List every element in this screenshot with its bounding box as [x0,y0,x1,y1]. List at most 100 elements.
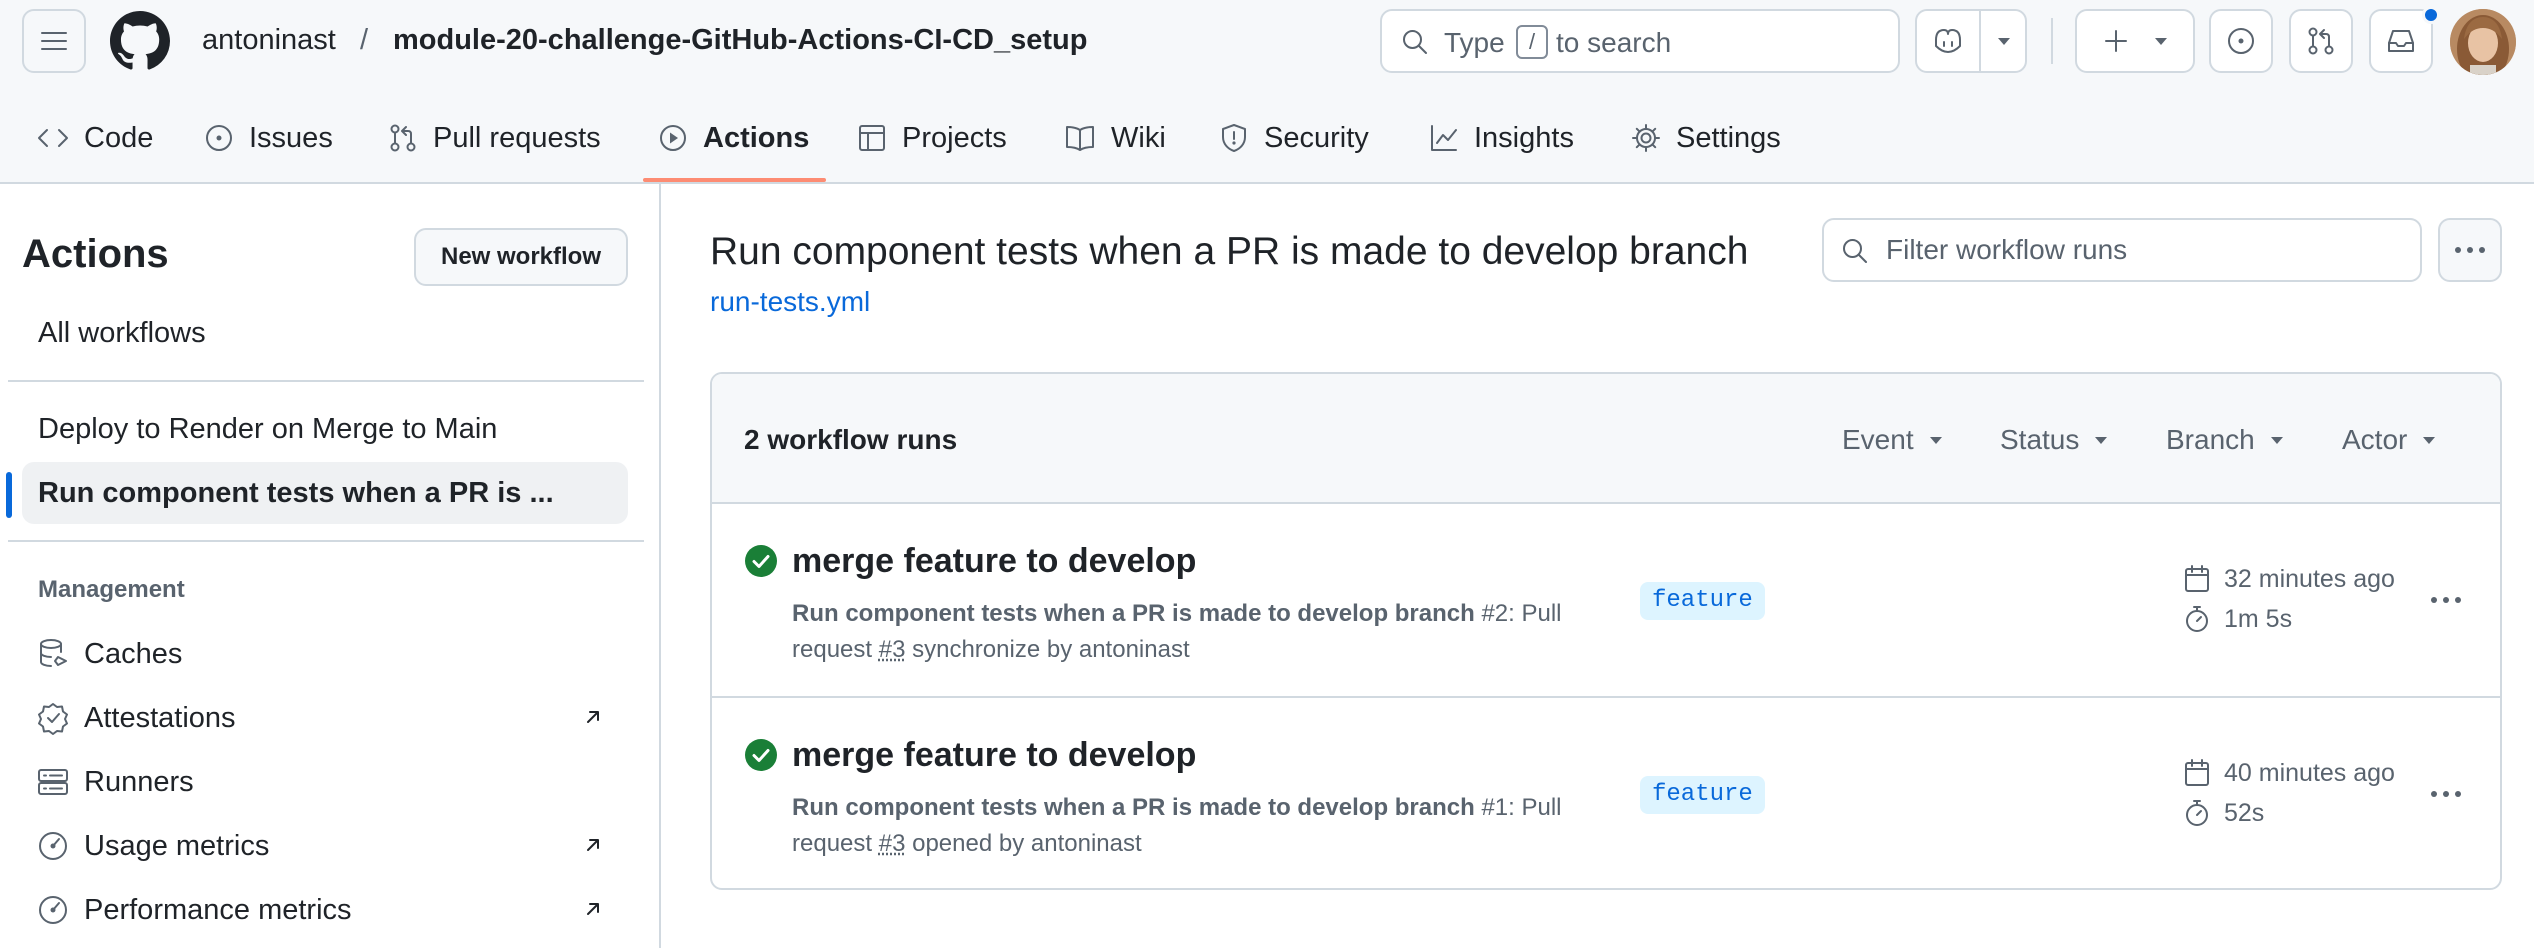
search-shortcut-key: / [1516,25,1548,59]
filter-label: Actor [2342,424,2408,455]
tab-label: Issues [249,121,333,154]
actor-filter-dropdown[interactable]: Actor [2342,424,2437,456]
gear-icon [1632,124,1660,152]
sidebar-item-all-workflows[interactable]: All workflows [22,302,628,364]
run-time-text: 32 minutes ago [2224,564,2395,593]
run-description: Run component tests when a PR is made to… [792,596,1592,668]
play-icon [660,125,686,151]
header-divider [2051,18,2053,64]
branch-badge[interactable]: feature [1640,776,1765,814]
filter-label: Branch [2166,424,2255,455]
calendar-icon [2185,565,2209,592]
run-title-link[interactable]: merge feature to develop [792,542,1196,581]
tab-label: Settings [1676,121,1781,154]
triangle-down-icon [2095,437,2108,444]
tab-projects[interactable]: Projects [856,116,1007,160]
avatar[interactable] [2450,9,2516,75]
workflow-run-row[interactable]: merge feature to develop Run component t… [712,504,2500,696]
sidebar-item-label: Caches [84,637,183,670]
kebab-horizontal-icon [2455,247,2485,253]
filter-label: Status [2000,424,2080,455]
sidebar-item-attestations[interactable]: Attestations [36,690,628,746]
more-options-button[interactable] [2438,218,2502,282]
global-header: antoninast / module-20-challenge-GitHub-… [0,0,2534,184]
hamburger-icon [41,32,67,50]
filter-label: Event [1842,424,1914,455]
tab-label: Projects [902,121,1007,154]
sidebar-item-label: Performance metrics [84,893,352,926]
tab-code[interactable]: Code [36,116,153,160]
meter-icon [39,832,67,860]
search-icon [1843,239,1867,263]
triangle-down-icon [1998,38,2010,45]
graph-icon [1431,125,1457,151]
run-actor: synchronize by antoninast [912,636,1190,663]
tab-label: Code [84,121,154,154]
search-suffix: to search [1556,27,1672,58]
run-title-link[interactable]: merge feature to develop [792,736,1196,775]
tab-pull-requests[interactable]: Pull requests [387,116,601,160]
issue-icon [206,125,232,151]
check-circle-icon [745,545,777,577]
run-duration-text: 52s [2224,798,2265,827]
tab-settings[interactable]: Settings [1630,116,1781,160]
tab-wiki[interactable]: Wiki [1063,116,1166,160]
sidebar-item-run-tests-workflow[interactable]: Run component tests when a PR is ... [22,462,628,524]
tab-label: Insights [1474,121,1574,154]
kebab-horizontal-icon [2431,791,2461,797]
repo-owner-link[interactable]: antoninast [202,24,336,57]
workflow-run-row[interactable]: merge feature to develop Run component t… [712,696,2500,888]
sidebar-item-deploy-workflow[interactable]: Deploy to Render on Merge to Main [22,398,628,460]
global-search[interactable]: Type / to search [1380,9,1900,73]
table-icon [859,125,885,151]
tab-label: Pull requests [433,121,601,154]
run-description: Run component tests when a PR is made to… [792,790,1592,862]
your-pull-requests-button[interactable] [2289,9,2353,73]
your-issues-button[interactable] [2209,9,2273,73]
inbox-icon [2388,30,2414,52]
pull-request-link[interactable]: #3 [879,830,906,857]
sidebar-item-usage-metrics[interactable]: Usage metrics [36,818,628,874]
stopwatch-icon [2186,800,2208,826]
branch-filter-dropdown[interactable]: Branch [2166,424,2285,456]
repo-name-link[interactable]: module-20-challenge-GitHub-Actions-CI-CD… [393,24,1087,57]
menu-button[interactable] [22,9,86,73]
run-timestamp: 32 minutes ago [2182,564,2395,594]
calendar-icon [2185,759,2209,786]
run-number: #1 [1481,794,1509,821]
database-icon [40,639,67,667]
tab-insights[interactable]: Insights [1428,116,1574,160]
external-link-icon [587,711,599,723]
copilot-button[interactable] [1917,11,1979,71]
workflow-runs-panel: 2 workflow runs Event Status Branch Acto… [710,372,2502,890]
tab-actions[interactable]: Actions [657,116,809,160]
workflow-file-link[interactable]: run-tests.yml [710,286,870,318]
tab-label: Security [1264,121,1369,154]
branch-badge[interactable]: feature [1640,582,1765,620]
filter-input[interactable] [1886,230,2406,270]
pull-request-link[interactable]: #3 [879,636,906,663]
event-filter-dropdown[interactable]: Event [1842,424,1944,456]
copilot-dropdown-button[interactable] [1981,11,2027,71]
tab-issues[interactable]: Issues [203,116,333,160]
sidebar-item-caches[interactable]: Caches [36,626,628,682]
sidebar-item-runners[interactable]: Runners [36,754,628,810]
search-icon [1403,30,1427,54]
path-separator: / [360,24,369,56]
avatar-image [2450,9,2516,75]
run-options-button[interactable] [2422,580,2470,620]
check-circle-icon [745,739,777,771]
status-filter-dropdown[interactable]: Status [2000,424,2109,456]
issue-icon [2228,28,2254,54]
create-new-button[interactable] [2075,9,2195,73]
sidebar-item-performance-metrics[interactable]: Performance metrics [36,882,628,938]
run-duration: 52s [2182,798,2264,828]
tab-security[interactable]: Security [1218,116,1369,160]
run-options-button[interactable] [2422,774,2470,814]
github-logo-icon[interactable] [110,11,170,71]
external-link-icon [587,903,599,915]
filter-workflow-runs [1822,218,2422,282]
tab-label: Actions [703,121,810,154]
code-icon [38,129,68,147]
new-workflow-button[interactable]: New workflow [414,228,628,286]
